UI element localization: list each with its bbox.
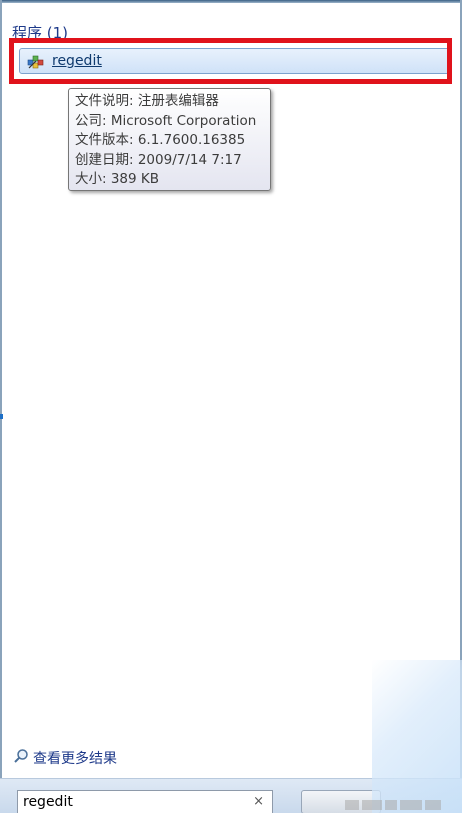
- window-top-border: [0, 0, 462, 3]
- search-box[interactable]: ×: [17, 790, 273, 813]
- window-left-border: [0, 0, 2, 813]
- watermark-text-blocks: [345, 795, 455, 813]
- tooltip-size: 大小: 389 KB: [75, 171, 160, 187]
- edge-marker: [0, 414, 3, 419]
- watermark-overlay: [372, 660, 462, 813]
- search-input[interactable]: [18, 793, 245, 811]
- search-icon: [13, 748, 29, 768]
- tooltip-version: 文件版本: 6.1.7600.16385: [75, 132, 246, 148]
- red-highlight-annotation: [9, 38, 452, 84]
- see-more-label: 查看更多结果: [33, 751, 117, 767]
- tooltip-company: 公司: Microsoft Corporation: [75, 112, 257, 129]
- see-more-results-link[interactable]: 查看更多结果: [13, 748, 117, 768]
- clear-icon[interactable]: ×: [253, 794, 264, 809]
- tooltip-created-date: 创建日期: 2009/7/14 7:17: [75, 151, 242, 168]
- file-info-tooltip: 文件说明: 注册表编辑器 公司: Microsoft Corporation 文…: [68, 88, 271, 191]
- tooltip-description: 文件说明: 注册表编辑器: [75, 93, 219, 109]
- start-menu-search-panel: 程序 (1) regedit 文件说明: 注册表编辑器 公司: Microsof…: [0, 0, 462, 813]
